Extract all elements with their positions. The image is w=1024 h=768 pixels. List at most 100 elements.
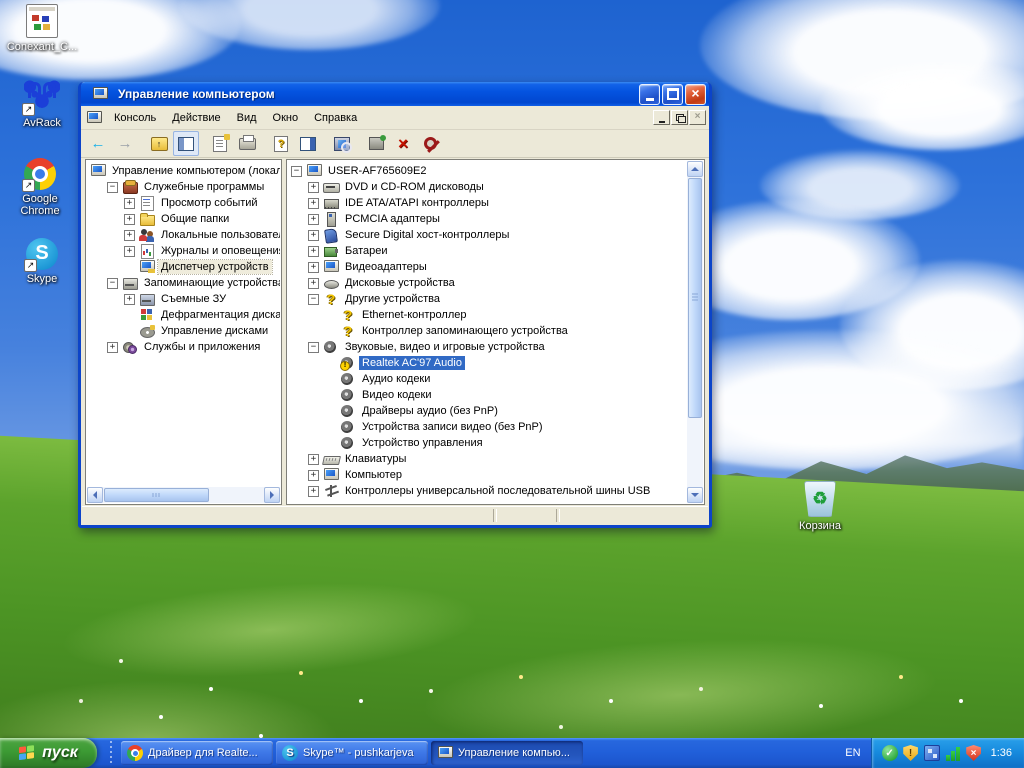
tree-item[interactable]: Аудио кодеки — [289, 371, 687, 387]
tree-item[interactable]: Ethernet-контроллер — [289, 307, 687, 323]
scroll-right-button[interactable] — [264, 487, 280, 503]
back-button[interactable] — [85, 131, 111, 156]
forward-button[interactable] — [112, 131, 138, 156]
tree-item[interactable]: − Запоминающие устройства — [88, 275, 280, 291]
expand-toggle[interactable]: + — [107, 341, 118, 353]
desktop-icon-skype[interactable]: ↗Skype — [6, 238, 78, 285]
desktop-icon-avrack[interactable]: ↗ AvRack — [6, 80, 78, 129]
tree-item[interactable]: − Другие устройства — [289, 291, 687, 307]
tree-item[interactable]: + Дисковые устройства — [289, 275, 687, 291]
tree-item[interactable]: Видео кодеки — [289, 387, 687, 403]
tree-item[interactable]: + DVD и CD-ROM дисководы — [289, 179, 687, 195]
security-ok-icon[interactable] — [881, 745, 898, 761]
uninstall-device-button[interactable] — [417, 131, 443, 156]
print-button[interactable] — [234, 131, 260, 156]
quick-launch-separator[interactable] — [107, 741, 115, 765]
collapse-toggle[interactable]: − — [308, 293, 319, 305]
mdi-restore-button[interactable] — [671, 110, 688, 125]
desktop-icon-chrome[interactable]: ↗ Google Chrome — [4, 158, 76, 217]
expand-toggle[interactable]: + — [124, 197, 135, 209]
tree-item[interactable]: + PCMCIA адаптеры — [289, 211, 687, 227]
tree-item[interactable]: Драйверы аудио (без PnP) — [289, 403, 687, 419]
tree-item[interactable]: + Контроллеры универсальной последователь… — [289, 483, 687, 499]
expand-toggle[interactable]: + — [124, 245, 135, 257]
close-button[interactable] — [685, 83, 706, 105]
tree-item[interactable]: + Съемные ЗУ — [88, 291, 280, 307]
collapse-toggle[interactable]: − — [291, 165, 302, 177]
tree-item[interactable]: + Общие папки — [88, 211, 280, 227]
up-level-button[interactable] — [146, 131, 172, 156]
collapse-toggle[interactable]: − — [107, 277, 118, 289]
scroll-up-button[interactable] — [687, 161, 703, 177]
tree-item[interactable]: Контроллер запоминающего устройства — [289, 323, 687, 339]
expand-toggle[interactable]: + — [308, 469, 319, 481]
tree-item[interactable]: + Видеоадаптеры — [289, 259, 687, 275]
show-action-pane-button[interactable] — [295, 131, 321, 156]
tree-item[interactable]: Устройства записи видео (без PnP) — [289, 419, 687, 435]
menu-item[interactable]: Действие — [164, 110, 228, 126]
tree-item[interactable]: Дефрагментация диска — [88, 307, 280, 323]
tree-item[interactable]: Управление компьютером (локаль — [88, 163, 280, 179]
tree-item[interactable]: − Служебные программы — [88, 179, 280, 195]
expand-toggle[interactable]: + — [308, 213, 319, 225]
vertical-scroll-thumb[interactable] — [688, 178, 702, 418]
tree-item[interactable]: + Службы и приложения — [88, 339, 280, 355]
mdi-close-button[interactable] — [689, 110, 706, 125]
desktop-icon-installer[interactable]: Conexant_C... — [6, 4, 78, 53]
maximize-button[interactable] — [662, 83, 683, 105]
tree-item[interactable]: + IDE ATA/ATAPI контроллеры — [289, 195, 687, 211]
tree-item[interactable]: + Локальные пользователи — [88, 227, 280, 243]
menu-item[interactable]: Вид — [229, 110, 265, 126]
help-button[interactable] — [268, 131, 294, 156]
menu-item[interactable]: Справка — [306, 110, 365, 126]
recycle-bin-icon[interactable]: Корзина — [784, 481, 856, 532]
mdi-minimize-button[interactable] — [653, 110, 670, 125]
tree-item[interactable]: Realtek AC'97 Audio — [289, 355, 687, 371]
expand-toggle[interactable]: + — [308, 277, 319, 289]
security-alert-icon[interactable] — [966, 745, 981, 761]
tree-item[interactable]: + Батареи — [289, 243, 687, 259]
menu-item[interactable]: Консоль — [106, 110, 164, 126]
collapse-toggle[interactable]: − — [308, 341, 319, 353]
language-indicator[interactable]: EN — [845, 747, 860, 759]
wireless-icon[interactable] — [944, 745, 961, 761]
expand-toggle[interactable]: + — [124, 213, 135, 225]
network-icon[interactable] — [923, 745, 940, 761]
tree-item[interactable]: + Просмотр событий — [88, 195, 280, 211]
title-bar[interactable]: Управление компьютером — [81, 82, 709, 106]
expand-toggle[interactable]: + — [124, 229, 135, 241]
update-driver-button[interactable] — [363, 131, 389, 156]
expand-toggle[interactable]: + — [308, 261, 319, 273]
scroll-left-button[interactable] — [87, 487, 103, 503]
horizontal-scrollbar[interactable] — [87, 487, 280, 503]
menu-item[interactable]: Окно — [265, 110, 307, 126]
tree-item[interactable]: + Secure Digital хост-контроллеры — [289, 227, 687, 243]
tree-item[interactable]: Диспетчер устройств — [88, 259, 280, 275]
collapse-toggle[interactable]: − — [107, 181, 118, 193]
expand-toggle[interactable]: + — [308, 453, 319, 465]
tree-item[interactable]: Управление дисками — [88, 323, 280, 339]
horizontal-scroll-thumb[interactable] — [104, 488, 209, 502]
expand-toggle[interactable]: + — [308, 485, 319, 497]
tree-item[interactable]: + Компьютер — [289, 467, 687, 483]
expand-toggle[interactable]: + — [308, 181, 319, 193]
scroll-down-button[interactable] — [687, 487, 703, 503]
show-console-tree-button[interactable] — [173, 131, 199, 156]
disable-device-button[interactable] — [390, 131, 416, 156]
vertical-scrollbar[interactable] — [687, 161, 703, 503]
tree-item[interactable]: Устройство управления — [289, 435, 687, 451]
scan-hardware-button[interactable] — [329, 131, 355, 156]
task-button-chrome[interactable]: Драйвер для Realte... — [121, 741, 273, 765]
tree-item[interactable]: − USER-AF765609E2 — [289, 163, 687, 179]
expand-toggle[interactable]: + — [308, 197, 319, 209]
tree-item[interactable]: + Журналы и оповещения пр — [88, 243, 280, 259]
task-button-computer[interactable]: Управление компью... — [431, 741, 583, 765]
task-button-skype[interactable]: Skype™ - pushkarjeva — [276, 741, 428, 765]
security-warning-icon[interactable] — [903, 745, 918, 761]
properties-button[interactable] — [207, 131, 233, 156]
expand-toggle[interactable]: + — [308, 229, 319, 241]
tree-item[interactable]: − Звуковые, видео и игровые устройства — [289, 339, 687, 355]
expand-toggle[interactable]: + — [124, 293, 135, 305]
start-button[interactable]: пуск — [0, 738, 97, 768]
tree-item[interactable]: + Клавиатуры — [289, 451, 687, 467]
